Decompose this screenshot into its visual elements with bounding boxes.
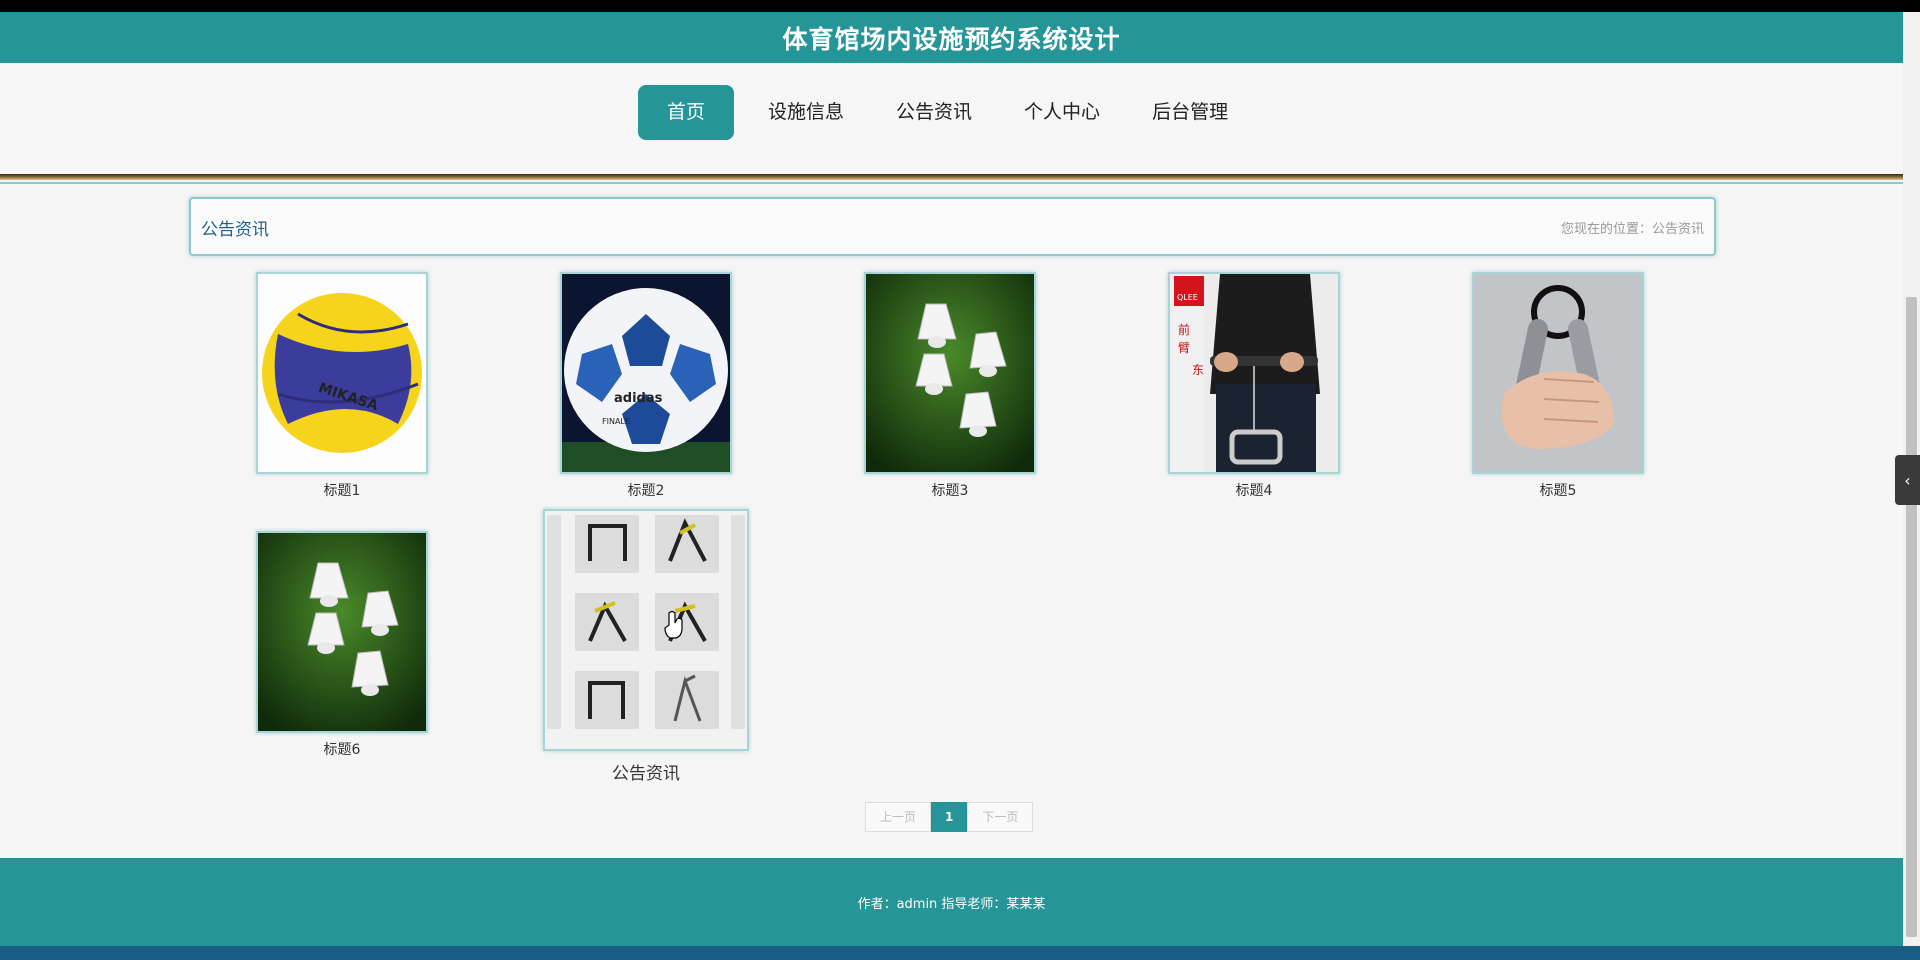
main-nav: 首页 设施信息 公告资讯 个人中心 后台管理	[0, 63, 1903, 174]
news-caption[interactable]: 标题6	[256, 739, 428, 759]
news-card[interactable]: 标题6	[256, 531, 428, 759]
svg-text:臂: 臂	[1178, 341, 1190, 355]
news-card-hovered[interactable]: 公告资讯	[543, 509, 749, 784]
news-caption[interactable]: 公告资讯	[543, 759, 749, 784]
teal-divider	[0, 182, 1903, 184]
news-thumbnail[interactable]	[256, 531, 428, 733]
news-caption[interactable]: 标题4	[1168, 480, 1340, 500]
news-caption[interactable]: 标题1	[256, 480, 428, 500]
nav-item-profile[interactable]: 个人中心	[1002, 85, 1122, 140]
news-thumbnail[interactable]	[864, 272, 1036, 474]
news-card[interactable]: QLEE 前 臂 东 标题4	[1168, 272, 1340, 500]
volleyball-image: MIKASA	[258, 274, 426, 472]
wrist-trainer-image: QLEE 前 臂 东	[1170, 274, 1338, 472]
prev-page-button[interactable]: 上一页	[865, 802, 932, 832]
news-thumbnail[interactable]: adidas FINALE	[560, 272, 732, 474]
scrollbar-thumb[interactable]	[1906, 297, 1917, 937]
gym-machines-image	[545, 511, 747, 749]
nav-item-admin[interactable]: 后台管理	[1130, 85, 1250, 140]
page-viewport: 体育馆场内设施预约系统设计 首页 设施信息 公告资讯 个人中心 后台管理 公告资…	[0, 12, 1903, 946]
news-thumbnail[interactable]: MIKASA	[256, 272, 428, 474]
news-thumbnail[interactable]	[543, 509, 749, 751]
news-card[interactable]: 标题5	[1472, 272, 1644, 500]
shuttlecocks-image	[866, 274, 1034, 472]
next-page-button[interactable]: 下一页	[967, 802, 1034, 832]
nav-item-home[interactable]: 首页	[638, 85, 735, 140]
chevron-left-icon[interactable]: ‹	[1895, 455, 1920, 505]
page-1-button[interactable]: 1	[931, 802, 968, 832]
svg-text:FINALE: FINALE	[602, 417, 630, 426]
svg-text:QLEE: QLEE	[1177, 293, 1198, 302]
nav-item-news[interactable]: 公告资讯	[874, 85, 994, 140]
shuttlecocks-image	[258, 533, 426, 731]
news-card[interactable]: MIKASA 标题1	[256, 272, 428, 500]
nav-item-facilities[interactable]: 设施信息	[746, 85, 866, 140]
news-caption[interactable]: 标题3	[864, 480, 1036, 500]
pagination: 上一页 1 下一页	[865, 802, 1034, 832]
title-bar: 体育馆场内设施预约系统设计	[0, 12, 1903, 63]
breadcrumb-location: 您现在的位置：公告资讯	[1560, 222, 1704, 237]
breadcrumb: 公告资讯 您现在的位置：公告资讯	[189, 197, 1716, 256]
news-caption[interactable]: 标题5	[1472, 480, 1644, 500]
news-thumbnail[interactable]: QLEE 前 臂 东	[1168, 272, 1340, 474]
section-title: 公告资讯	[201, 220, 269, 240]
news-card[interactable]: adidas FINALE 标题2	[560, 272, 732, 500]
banner-divider	[0, 174, 1903, 180]
svg-text:adidas: adidas	[614, 391, 663, 406]
bottom-bar	[0, 946, 1920, 960]
news-card[interactable]: 标题3	[864, 272, 1036, 500]
news-caption[interactable]: 标题2	[560, 480, 732, 500]
footer-credits: 作者：admin 指导老师：某某某	[857, 896, 1046, 912]
news-thumbnail[interactable]	[1472, 272, 1644, 474]
svg-text:前: 前	[1178, 322, 1190, 337]
svg-text:东: 东	[1192, 363, 1204, 377]
hand-grip-image	[1474, 274, 1642, 472]
soccer-ball-image: adidas FINALE	[562, 274, 730, 472]
footer: 作者：admin 指导老师：某某某	[0, 858, 1903, 946]
site-title: 体育馆场内设施预约系统设计	[782, 24, 1121, 54]
